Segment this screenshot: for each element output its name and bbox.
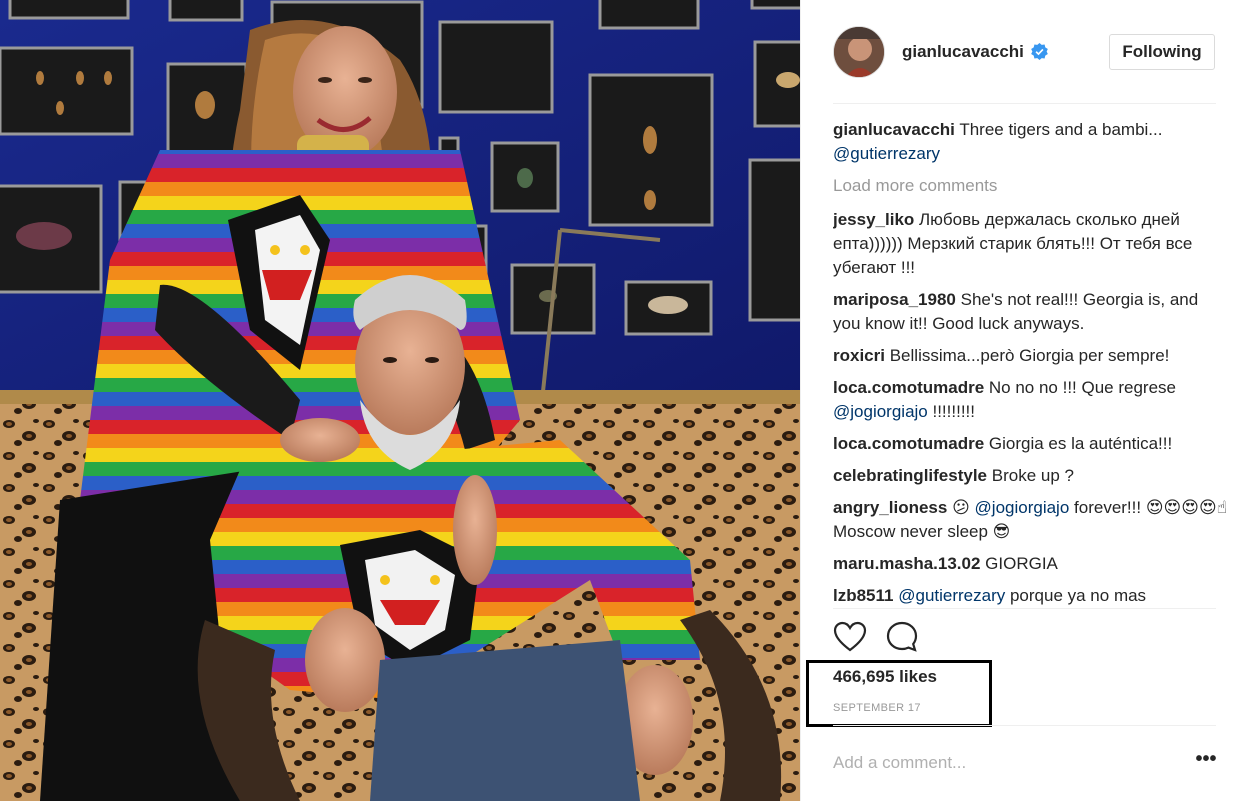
add-comment-input[interactable]	[833, 748, 1153, 778]
annotation-highlight-box	[806, 660, 992, 727]
comment-text: No no no !!! Que regrese	[988, 378, 1176, 397]
caption: gianlucavacchi Three tigers and a bambi.…	[833, 118, 1228, 166]
comment-text: Giorgia es la auténtica!!!	[988, 434, 1173, 453]
comment-bubble-icon[interactable]	[885, 620, 919, 654]
header-divider	[833, 103, 1216, 104]
comment-text: Broke up ?	[991, 466, 1074, 485]
post-actions	[833, 620, 1033, 656]
post-header: gianlucavacchi Following	[801, 0, 1247, 103]
comment-text: Bellissima...però Giorgia per sempre!	[889, 346, 1170, 365]
verified-badge-icon	[1031, 43, 1048, 60]
caption-username[interactable]: gianlucavacchi	[833, 120, 955, 139]
comments-divider	[833, 608, 1216, 609]
comment-item: jessy_liko Любовь держалась сколько дней…	[833, 208, 1228, 280]
comment-username[interactable]: roxicri	[833, 346, 885, 365]
comment-text-after: porque ya no mas	[1005, 586, 1147, 605]
comment-item: celebratinglifestyle Broke up ?	[833, 464, 1228, 488]
comment-text: 😕	[952, 498, 970, 517]
comment-username[interactable]: mariposa_1980	[833, 290, 956, 309]
comment-text: GIORGIA	[985, 554, 1058, 573]
avatar-image	[834, 27, 884, 77]
comment-username[interactable]: lzb8511	[833, 586, 894, 605]
post-author-username[interactable]: gianlucavacchi	[902, 42, 1024, 62]
comment-item: loca.comotumadre No no no !!! Que regres…	[833, 376, 1228, 424]
load-more-comments-link[interactable]: Load more comments	[833, 174, 1228, 198]
following-button[interactable]: Following	[1109, 34, 1215, 70]
post-photo-illustration	[0, 0, 800, 801]
more-options-button[interactable]: •••	[1191, 749, 1221, 774]
comment-text-after: !!!!!!!!!	[927, 402, 975, 421]
comment-mention[interactable]: @jogiorgiajo	[833, 402, 928, 421]
instagram-post-modal: gianlucavacchi Following gianlucavacchi …	[0, 0, 1247, 801]
comment-item: maru.masha.13.02 GIORGIA	[833, 552, 1228, 576]
comments-list[interactable]: gianlucavacchi Three tigers and a bambi.…	[833, 118, 1228, 608]
avatar[interactable]	[833, 26, 885, 78]
comment-item: angry_lioness 😕 @jogiorgiajo forever!!! …	[833, 496, 1228, 544]
comment-item: roxicri Bellissima...però Giorgia per se…	[833, 344, 1228, 368]
heart-icon[interactable]	[833, 620, 867, 654]
post-photo[interactable]	[0, 0, 800, 801]
caption-mention[interactable]: @gutierrezary	[833, 144, 940, 163]
comment-username[interactable]: loca.comotumadre	[833, 378, 984, 397]
caption-text: Three tigers and a bambi...	[959, 120, 1163, 139]
footer-divider	[833, 725, 1216, 726]
comment-item: lzb8511 @gutierrezary porque ya no mas	[833, 584, 1228, 608]
post-details-panel: gianlucavacchi Following gianlucavacchi …	[800, 0, 1247, 801]
comment-mention[interactable]: @gutierrezary	[898, 586, 1005, 605]
comment-item: loca.comotumadre Giorgia es la auténtica…	[833, 432, 1228, 456]
comment-username[interactable]: jessy_liko	[833, 210, 914, 229]
comment-mention[interactable]: @jogiorgiajo	[975, 498, 1070, 517]
comment-username[interactable]: celebratinglifestyle	[833, 466, 987, 485]
comment-username[interactable]: angry_lioness	[833, 498, 947, 517]
comment-item: mariposa_1980 She's not real!!! Georgia …	[833, 288, 1228, 336]
comment-username[interactable]: loca.comotumadre	[833, 434, 984, 453]
comment-username[interactable]: maru.masha.13.02	[833, 554, 980, 573]
